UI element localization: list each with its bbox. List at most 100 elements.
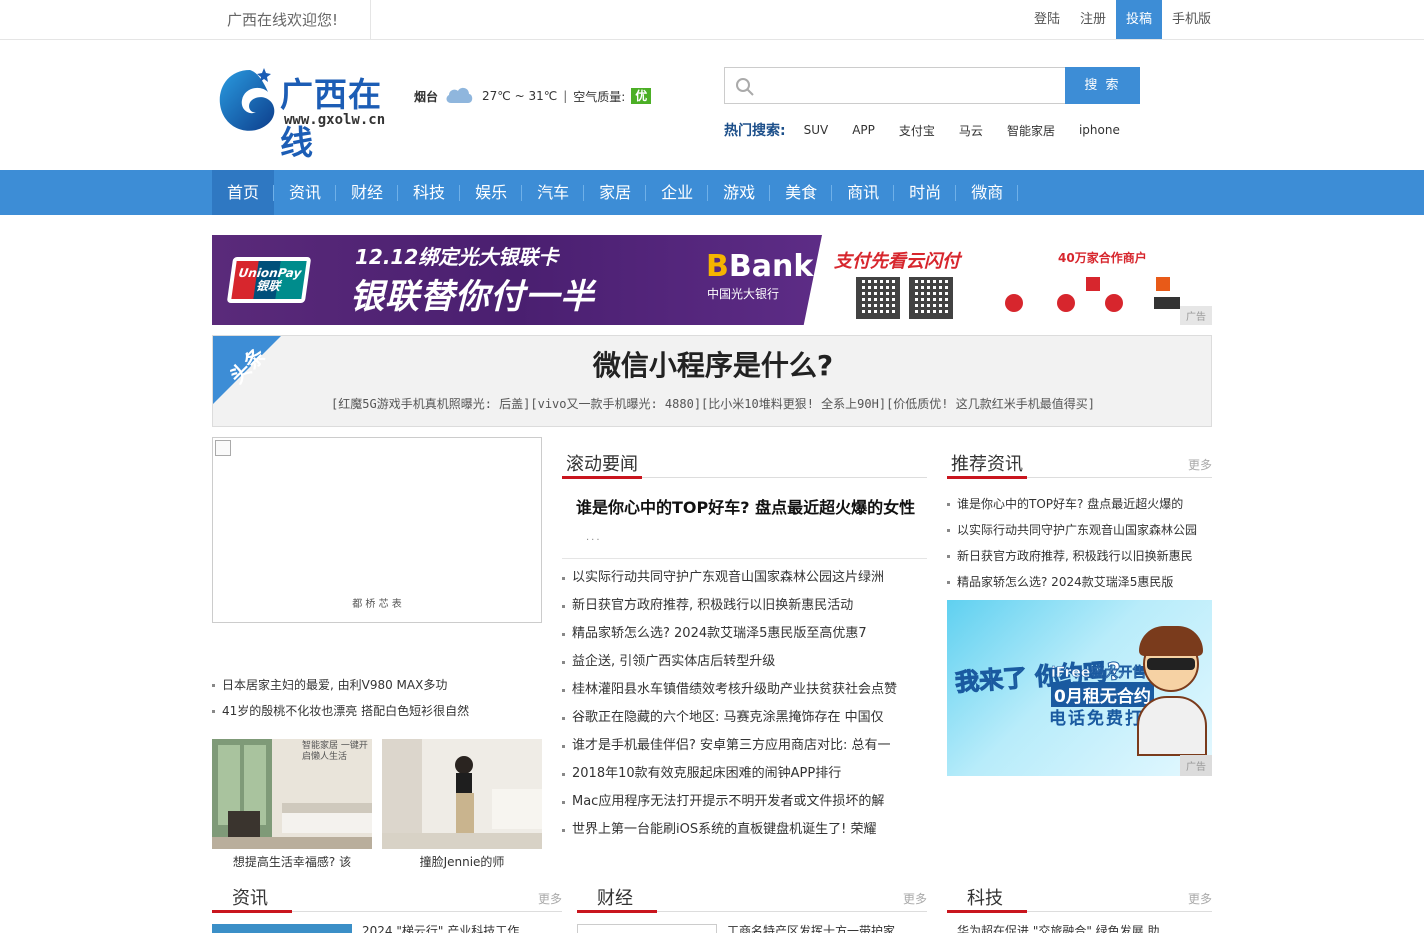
- nav-item-games[interactable]: 游戏: [708, 170, 771, 215]
- more-link[interactable]: 更多: [903, 890, 927, 907]
- weather-widget: 烟台 27℃ ~ 31℃ | 空气质量: 优: [414, 84, 652, 108]
- list-item[interactable]: 益企送, 引领广西实体店后转型升级: [562, 652, 927, 680]
- feature-image[interactable]: 都 桥 芯 表: [212, 437, 542, 623]
- section-header-tech: 科技 更多: [947, 880, 1212, 913]
- register-link[interactable]: 注册: [1070, 0, 1116, 39]
- mobile-link[interactable]: 手机版: [1162, 0, 1221, 39]
- qr-code-icon: [909, 277, 953, 319]
- section-thumb[interactable]: [577, 924, 717, 933]
- search-button[interactable]: 搜 索: [1065, 67, 1140, 104]
- air-quality-label: 空气质量:: [573, 89, 626, 104]
- recommended-list: 谁是你心中的TOP好车? 盘点最近超火爆的 以实际行动共同守护广东观音山国家森林…: [947, 494, 1212, 598]
- rolling-news-list: 以实际行动共同守护广东观音山国家森林公园这片绿洲 新日获官方政府推荐, 积极践行…: [562, 568, 927, 848]
- section-header-recommended: 推荐资讯 更多: [947, 446, 1212, 479]
- nav-item-home[interactable]: 首页: [212, 170, 275, 215]
- banner-left-panel: UnionPay 银联 12.12绑定光大银联卡 银联替你付一半 BBank 中…: [212, 235, 822, 325]
- more-link[interactable]: 更多: [1188, 890, 1212, 907]
- banner-line2: 银联替你付一半: [350, 277, 595, 317]
- nav-item-business[interactable]: 企业: [646, 170, 709, 215]
- top-story-title[interactable]: 谁是你心中的TOP好车? 盘点最近超火爆的女性: [576, 494, 915, 518]
- nav-item-fashion[interactable]: 时尚: [894, 170, 957, 215]
- list-item[interactable]: 以实际行动共同守护广东观音山国家森林公园这片绿洲: [562, 568, 927, 596]
- top-links: 登陆 注册 投稿 手机版: [1024, 0, 1221, 39]
- list-item[interactable]: 桂林灌阳县水车镇借绩效考核升级助产业扶贫获社会点赞: [562, 680, 927, 708]
- weather-temp: 27℃ ~ 31℃: [482, 89, 558, 103]
- divider: [562, 558, 927, 559]
- list-item[interactable]: 谁是你心中的TOP好车? 盘点最近超火爆的: [947, 494, 1212, 520]
- section-header-rolling-news: 滚动要闻: [562, 446, 927, 479]
- nav-item-food[interactable]: 美食: [770, 170, 833, 215]
- list-item[interactable]: 世界上第一台能刷iOS系统的直板键盘机诞生了! 荣耀: [562, 820, 927, 848]
- bank-logo: BBank: [706, 249, 814, 284]
- list-item[interactable]: 精品家轿怎么选? 2024款艾瑞泽5惠民版至高优惠7: [562, 624, 927, 652]
- thumb-image-bedroom[interactable]: 智能家居 一键开启懒人生活: [212, 739, 372, 849]
- section-title-underline: [947, 910, 1027, 913]
- nav-item-home-living[interactable]: 家居: [584, 170, 647, 215]
- list-item[interactable]: 工商名特产区发挥十方一带护家: [727, 922, 922, 933]
- list-item[interactable]: 日本居家主妇的最爱, 由利V980 MAX多功: [212, 676, 542, 702]
- submit-link[interactable]: 投稿: [1116, 0, 1163, 39]
- list-item[interactable]: 华为超在促进 "交旅融合" 绿色发展 助: [957, 922, 1212, 933]
- nav-item-auto[interactable]: 汽车: [522, 170, 585, 215]
- nav-item-commerce[interactable]: 商讯: [832, 170, 895, 215]
- headline-title[interactable]: 微信小程序是什么?: [213, 344, 1211, 384]
- banner-line1: 12.12绑定光大银联卡: [355, 245, 559, 269]
- section-title: 推荐资讯: [951, 454, 1023, 475]
- nav-item-tech[interactable]: 科技: [398, 170, 461, 215]
- search-input[interactable]: [763, 74, 1053, 98]
- more-link[interactable]: 更多: [1188, 456, 1212, 473]
- nav-item-finance[interactable]: 财经: [336, 170, 399, 215]
- top-story-summary: ...: [586, 532, 602, 543]
- nav-item-news[interactable]: 资讯: [274, 170, 337, 215]
- ad-tag: 广告: [1180, 755, 1212, 776]
- headline-links[interactable]: [红魔5G游戏手机真机照曝光: 后盖][vivo又一款手机曝光: 4880][比…: [213, 395, 1211, 412]
- section-title-underline: [947, 476, 1027, 479]
- section-header-news: 资讯 更多: [212, 880, 562, 913]
- section-title: 财经: [597, 888, 633, 909]
- nav-item-entertainment[interactable]: 娱乐: [460, 170, 523, 215]
- thumb-caption[interactable]: 想提高生活幸福感? 该: [212, 853, 372, 870]
- bank-name: 中国光大银行: [707, 287, 780, 301]
- hot-search-link[interactable]: APP: [852, 123, 875, 137]
- hot-search-link[interactable]: 马云: [959, 122, 983, 139]
- search-icon: [735, 77, 755, 101]
- hot-search-link[interactable]: 支付宝: [899, 122, 935, 139]
- side-ad[interactable]: 我来了 你约吗? iFree盛大开售 0月租无合约 电话免费打 广告: [947, 600, 1212, 776]
- weather-separator: |: [563, 89, 568, 103]
- list-item[interactable]: 谁才是手机最佳伴侣? 安卓第三方应用商店对比: 总有一: [562, 736, 927, 764]
- merchant-logos-icon: [1005, 277, 1180, 312]
- more-link[interactable]: 更多: [538, 890, 562, 907]
- site-logo[interactable]: 广西在线 www.gxolw.cn: [216, 64, 406, 162]
- thumb-caption[interactable]: 撞脸Jennie的师: [382, 853, 542, 870]
- search-bar: 搜 索: [724, 67, 1140, 104]
- banner-merchants: 40万家合作商户: [1058, 251, 1147, 265]
- list-item[interactable]: 新日获官方政府推荐, 积极践行以旧换新惠民: [947, 546, 1212, 572]
- login-link[interactable]: 登陆: [1024, 0, 1070, 39]
- list-item[interactable]: 41岁的殷桃不化妆也漂亮 搭配白色短衫很自然: [212, 702, 542, 728]
- headline-box: 头条 微信小程序是什么? [红魔5G游戏手机真机照曝光: 后盖][vivo又一款…: [212, 335, 1212, 427]
- qr-code-icon: [856, 277, 900, 319]
- section-thumb[interactable]: [212, 924, 352, 933]
- list-item[interactable]: 2018年10款有效克服起床困难的闹钟APP排行: [562, 764, 927, 792]
- banner-ad[interactable]: UnionPay 银联 12.12绑定光大银联卡 银联替你付一半 BBank 中…: [212, 235, 1212, 325]
- hot-search-link[interactable]: 智能家居: [1007, 122, 1055, 139]
- broken-image-icon: [215, 440, 231, 456]
- list-item[interactable]: 精品家轿怎么选? 2024款艾瑞泽5惠民版: [947, 572, 1212, 598]
- hot-search-link[interactable]: SUV: [804, 123, 829, 137]
- search-box: [724, 67, 1065, 104]
- section-title: 滚动要闻: [566, 454, 638, 475]
- list-item[interactable]: 2024 "梯云行" 产业科技工作: [362, 922, 557, 933]
- list-item[interactable]: Mac应用程序无法打开提示不明开发者或文件损坏的解: [562, 792, 927, 820]
- section-title-underline: [212, 910, 292, 913]
- thumb-image-person[interactable]: [382, 739, 542, 849]
- list-item[interactable]: 以实际行动共同守护广东观音山国家森林公园: [947, 520, 1212, 546]
- side-ad-line1: iFree盛大开售: [1051, 665, 1147, 681]
- list-item[interactable]: 新日获官方政府推荐, 积极践行以旧换新惠民活动: [562, 596, 927, 624]
- hot-search-link[interactable]: iphone: [1079, 123, 1120, 137]
- hot-search-label: 热门搜索:: [724, 123, 786, 139]
- section-header-finance: 财经 更多: [577, 880, 927, 913]
- nav-item-wechat-biz[interactable]: 微商: [956, 170, 1019, 215]
- ad-tag: 广告: [1180, 306, 1212, 325]
- list-item[interactable]: 谷歌正在隐藏的六个地区: 马赛克涂黑掩饰存在 中国仅: [562, 708, 927, 736]
- cloud-icon: [444, 85, 474, 108]
